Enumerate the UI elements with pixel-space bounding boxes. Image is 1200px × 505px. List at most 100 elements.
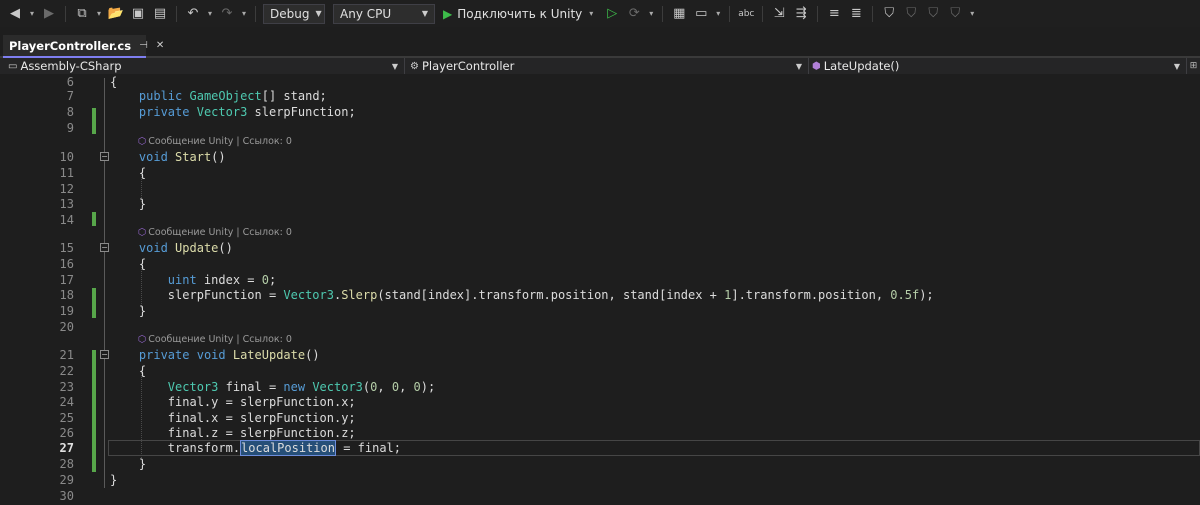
code-text: public GameObject[] stand; <box>138 89 327 103</box>
code-text: uint index = 0; <box>167 273 277 287</box>
new-project-icon[interactable]: ⧉ <box>73 5 91 23</box>
line-number: 23 <box>59 380 74 394</box>
code-line[interactable]: 30 <box>0 488 1200 504</box>
code-line[interactable]: 28 } <box>0 456 1200 472</box>
bookmark-icon[interactable]: ⛉ <box>880 5 898 23</box>
toolbar-separator <box>65 5 66 22</box>
new-dropdown-icon[interactable]: ▾ <box>95 9 103 18</box>
save-all-icon[interactable]: ▤ <box>151 5 169 23</box>
undo-dropdown-icon[interactable]: ▾ <box>206 9 214 18</box>
format-icon[interactable]: ⇶ <box>792 5 810 23</box>
chevron-down-icon: ▼ <box>421 9 428 18</box>
collapse-icon[interactable]: − <box>100 243 109 252</box>
code-line[interactable]: 14 <box>0 212 1200 228</box>
browse-icon[interactable]: ▦ <box>670 5 688 23</box>
codelens-lateupdate[interactable]: ⬡ Сообщение Unity | Ссылок: 0 <box>138 334 292 346</box>
code-line[interactable]: 20 <box>0 319 1200 335</box>
code-line[interactable]: 23 Vector3 final = new Vector3(0, 0, 0); <box>0 379 1200 395</box>
chevron-down-icon: ▼ <box>315 9 322 18</box>
code-line[interactable]: 22 { <box>0 363 1200 379</box>
unity-icon: ⬡ <box>138 334 147 345</box>
code-text: void Start() <box>138 150 226 164</box>
pin-icon[interactable]: ⊣ <box>139 40 148 51</box>
start-without-debugging-icon[interactable]: ▷ <box>603 5 621 23</box>
code-line[interactable]: 29 } <box>0 472 1200 488</box>
project-dropdown[interactable]: ▭ Assembly-CSharp ▼ <box>8 58 402 74</box>
back-icon[interactable]: ◀ <box>6 5 24 23</box>
line-number: 15 <box>59 241 74 255</box>
redo-icon[interactable]: ↷ <box>218 5 236 23</box>
code-line[interactable]: 16 { <box>0 256 1200 272</box>
member-dropdown[interactable]: ⬢ LateUpdate() ▼ <box>812 58 1184 74</box>
hot-reload-icon[interactable]: ⟳ <box>625 5 643 23</box>
window-layout-icon[interactable]: ▭ <box>692 5 710 23</box>
code-line[interactable]: 15 − void Update() <box>0 240 1200 256</box>
close-icon[interactable]: ✕ <box>156 40 164 51</box>
line-number: 7 <box>66 89 74 103</box>
layout-dropdown-icon[interactable]: ▾ <box>714 9 722 18</box>
code-line[interactable]: 11 { <box>0 165 1200 181</box>
code-line[interactable]: 26 final.z = slerpFunction.z; <box>0 425 1200 441</box>
codelens-update[interactable]: ⬡ Сообщение Unity | Ссылок: 0 <box>138 227 292 239</box>
line-number: 8 <box>66 105 74 119</box>
code-line[interactable]: 25 final.x = slerpFunction.y; <box>0 410 1200 426</box>
line-number: 14 <box>59 213 74 227</box>
line-number: 25 <box>59 411 74 425</box>
toolbar-overflow-icon[interactable]: ▾ <box>968 9 976 18</box>
code-line[interactable]: 7 public GameObject[] stand; <box>0 88 1200 104</box>
next-bookmark-icon[interactable]: ⛉ <box>924 5 942 23</box>
codelens-text: Сообщение Unity | Ссылок: 0 <box>148 334 292 345</box>
platform-select[interactable]: Any CPU ▼ <box>333 3 435 24</box>
redo-dropdown-icon[interactable]: ▾ <box>240 9 248 18</box>
open-folder-icon[interactable]: 📂 <box>107 5 125 23</box>
save-icon[interactable]: ▣ <box>129 5 147 23</box>
class-dropdown[interactable]: ⚙ PlayerController ▼ <box>410 58 806 74</box>
code-line[interactable]: 13 } <box>0 196 1200 212</box>
line-number: 28 <box>59 457 74 471</box>
unity-icon: ⬡ <box>138 227 147 238</box>
code-editor[interactable]: ⬡ Сообщение Unity | Ссылок: 0 ⬡ Сообщение … <box>0 74 1200 505</box>
collapse-icon[interactable]: − <box>100 152 109 161</box>
chevron-down-icon: ▾ <box>589 9 594 18</box>
undo-icon[interactable]: ↶ <box>184 5 202 23</box>
attach-unity-button[interactable]: ▶ Подключить к Unity ▾ <box>439 7 599 21</box>
back-dropdown-icon[interactable]: ▾ <box>28 9 36 18</box>
comment-icon[interactable]: ≡ <box>825 5 843 23</box>
split-editor-icon[interactable]: ⊞ <box>1186 58 1200 74</box>
step-icon[interactable]: ⇲ <box>770 5 788 23</box>
class-icon: ⚙ <box>410 60 419 72</box>
line-number: 9 <box>66 121 74 135</box>
member-name: LateUpdate() <box>823 59 900 73</box>
tab-playercontroller[interactable]: PlayerController.cs ⊣ ✕ <box>3 35 164 56</box>
code-line-current[interactable]: 27 transform.localPosition = final; <box>0 440 1200 456</box>
class-name: PlayerController <box>421 59 515 73</box>
line-number: 26 <box>59 426 74 440</box>
forward-icon[interactable]: ▶ <box>40 5 58 23</box>
hot-reload-dropdown-icon[interactable]: ▾ <box>647 9 655 18</box>
code-line[interactable]: 17 uint index = 0; <box>0 272 1200 288</box>
code-line[interactable]: 21 − private void LateUpdate() <box>0 347 1200 363</box>
code-line[interactable]: 18 slerpFunction = Vector3.Slerp(stand[i… <box>0 287 1200 303</box>
method-icon: ⬢ <box>812 60 821 72</box>
prev-bookmark-icon[interactable]: ⛉ <box>902 5 920 23</box>
configuration-select[interactable]: Debug ▼ <box>263 3 325 24</box>
codelens-start[interactable]: ⬡ Сообщение Unity | Ссылок: 0 <box>138 136 292 148</box>
clear-bookmarks-icon[interactable]: ⛉ <box>946 5 964 23</box>
code-line[interactable]: 19 } <box>0 303 1200 319</box>
code-text: { <box>110 364 147 378</box>
uncomment-icon[interactable]: ≣ <box>847 5 865 23</box>
collapse-icon[interactable]: − <box>100 350 109 359</box>
spell-check-icon[interactable]: abc <box>737 5 755 23</box>
code-text: final.y = slerpFunction.x; <box>110 395 356 409</box>
code-text: private Vector3 slerpFunction; <box>138 105 356 119</box>
platform-value: Any CPU <box>340 6 392 21</box>
line-number: 30 <box>59 489 74 503</box>
code-line[interactable]: 12 <box>0 181 1200 197</box>
code-line[interactable]: 8 private Vector3 slerpFunction; <box>0 104 1200 120</box>
code-line[interactable]: 24 final.y = slerpFunction.x; <box>0 394 1200 410</box>
chevron-down-icon: ▼ <box>391 61 398 71</box>
line-number: 29 <box>59 473 74 487</box>
code-line[interactable]: 9 <box>0 120 1200 136</box>
code-line[interactable]: 10 − void Start() <box>0 149 1200 165</box>
line-number: 24 <box>59 395 74 409</box>
